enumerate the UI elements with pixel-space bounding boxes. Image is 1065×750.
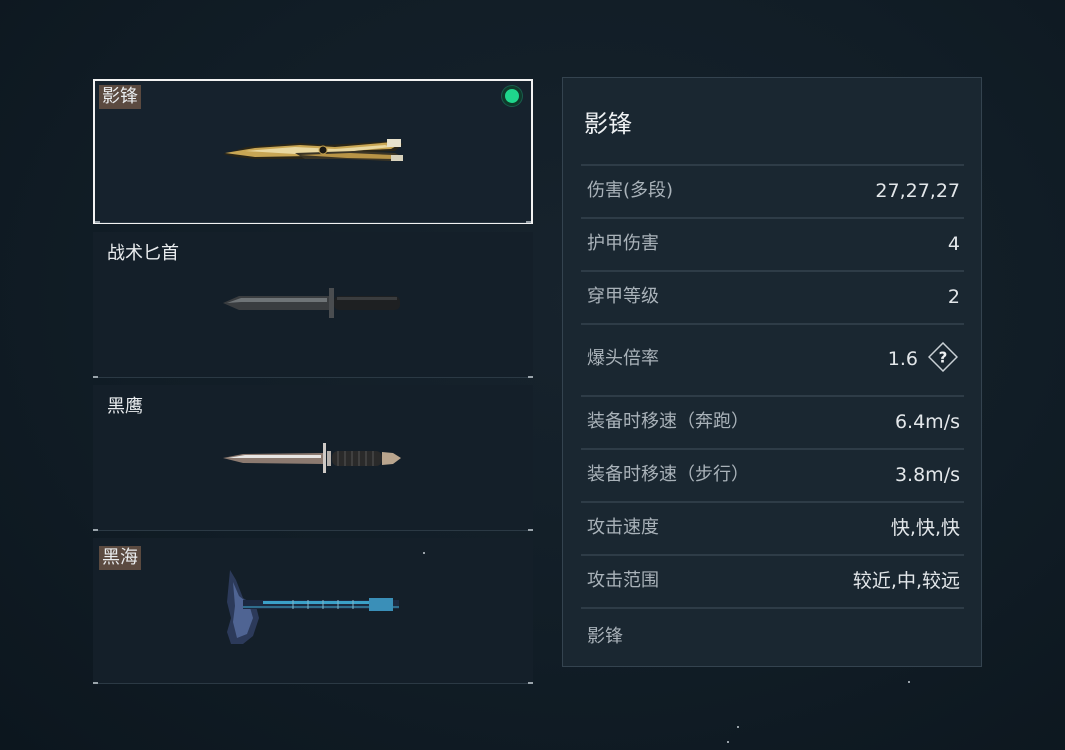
- stat-row-attack-range: 攻击范围 较近,中,较远: [581, 554, 964, 607]
- stat-value: 4: [947, 233, 960, 255]
- card-divider: [93, 529, 533, 531]
- stat-label: 装备时移速（奔跑）: [587, 411, 749, 432]
- stat-row-damage: 伤害(多段) 27,27,27: [581, 164, 964, 217]
- black-hawk-knife-icon: [223, 443, 401, 473]
- footer-label: 影锋: [587, 626, 623, 647]
- stat-value: 2: [947, 286, 960, 308]
- stat-row-headshot-multiplier: 爆头倍率 1.6 ?: [581, 323, 964, 395]
- stat-label: 爆头倍率: [587, 348, 659, 369]
- card-divider: [93, 376, 533, 378]
- weapon-detail-panel: 影锋 伤害(多段) 27,27,27 护甲伤害 4 穿甲等级 2 爆头倍率 1.…: [562, 77, 982, 667]
- background-speck: [727, 741, 729, 743]
- weapon-screen: 影锋 战术匕首 黑鹰 黑海 影锋 伤害(多段) 27,27,27 护甲伤害 4 …: [0, 0, 1065, 750]
- card-divider: [93, 682, 533, 684]
- weapon-list: 影锋 战术匕首 黑鹰 黑海: [93, 79, 533, 691]
- black-sea-axe-icon: [227, 570, 399, 644]
- weapon-card-shadow-edge[interactable]: 影锋: [93, 79, 533, 224]
- help-icon-glyph: ?: [939, 349, 948, 367]
- tactical-dagger-icon: [223, 288, 400, 318]
- stat-label: 攻击速度: [587, 517, 659, 538]
- stat-label: 伤害(多段): [587, 180, 674, 201]
- stat-label: 穿甲等级: [587, 286, 659, 307]
- background-speck: [908, 681, 910, 683]
- stat-value: 3.8m/s: [894, 464, 960, 486]
- help-icon[interactable]: ?: [928, 342, 958, 372]
- weapon-card-black-sea[interactable]: 黑海: [93, 538, 533, 684]
- stat-list: 伤害(多段) 27,27,27 护甲伤害 4 穿甲等级 2 爆头倍率 1.6 ?: [581, 164, 964, 667]
- stat-value: 27,27,27: [875, 180, 960, 202]
- stat-value: 快,快,快: [890, 517, 960, 539]
- background-speck: [737, 726, 739, 728]
- stat-value: 6.4m/s: [894, 411, 960, 433]
- stat-value: 1.6: [887, 348, 918, 370]
- stat-label: 攻击范围: [587, 570, 659, 591]
- background-speck: [423, 552, 425, 554]
- shadow-blade-knife-icon: [223, 139, 403, 161]
- weapon-card-black-hawk[interactable]: 黑鹰: [93, 385, 533, 531]
- stat-row-move-speed-walk: 装备时移速（步行） 3.8m/s: [581, 448, 964, 501]
- stat-label: 护甲伤害: [587, 233, 659, 254]
- stat-row-armor-damage: 护甲伤害 4: [581, 217, 964, 270]
- stat-row-attack-speed: 攻击速度 快,快,快: [581, 501, 964, 554]
- stat-label: 装备时移速（步行）: [587, 464, 749, 485]
- detail-title: 影锋: [584, 110, 632, 138]
- stat-row-move-speed-run: 装备时移速（奔跑） 6.4m/s: [581, 395, 964, 448]
- stat-value: 较近,中,较远: [852, 570, 960, 592]
- stat-row-penetration: 穿甲等级 2: [581, 270, 964, 323]
- weapon-card-tactical-dagger[interactable]: 战术匕首: [93, 232, 533, 378]
- detail-footer: 影锋: [581, 607, 964, 667]
- card-divider: [95, 221, 531, 223]
